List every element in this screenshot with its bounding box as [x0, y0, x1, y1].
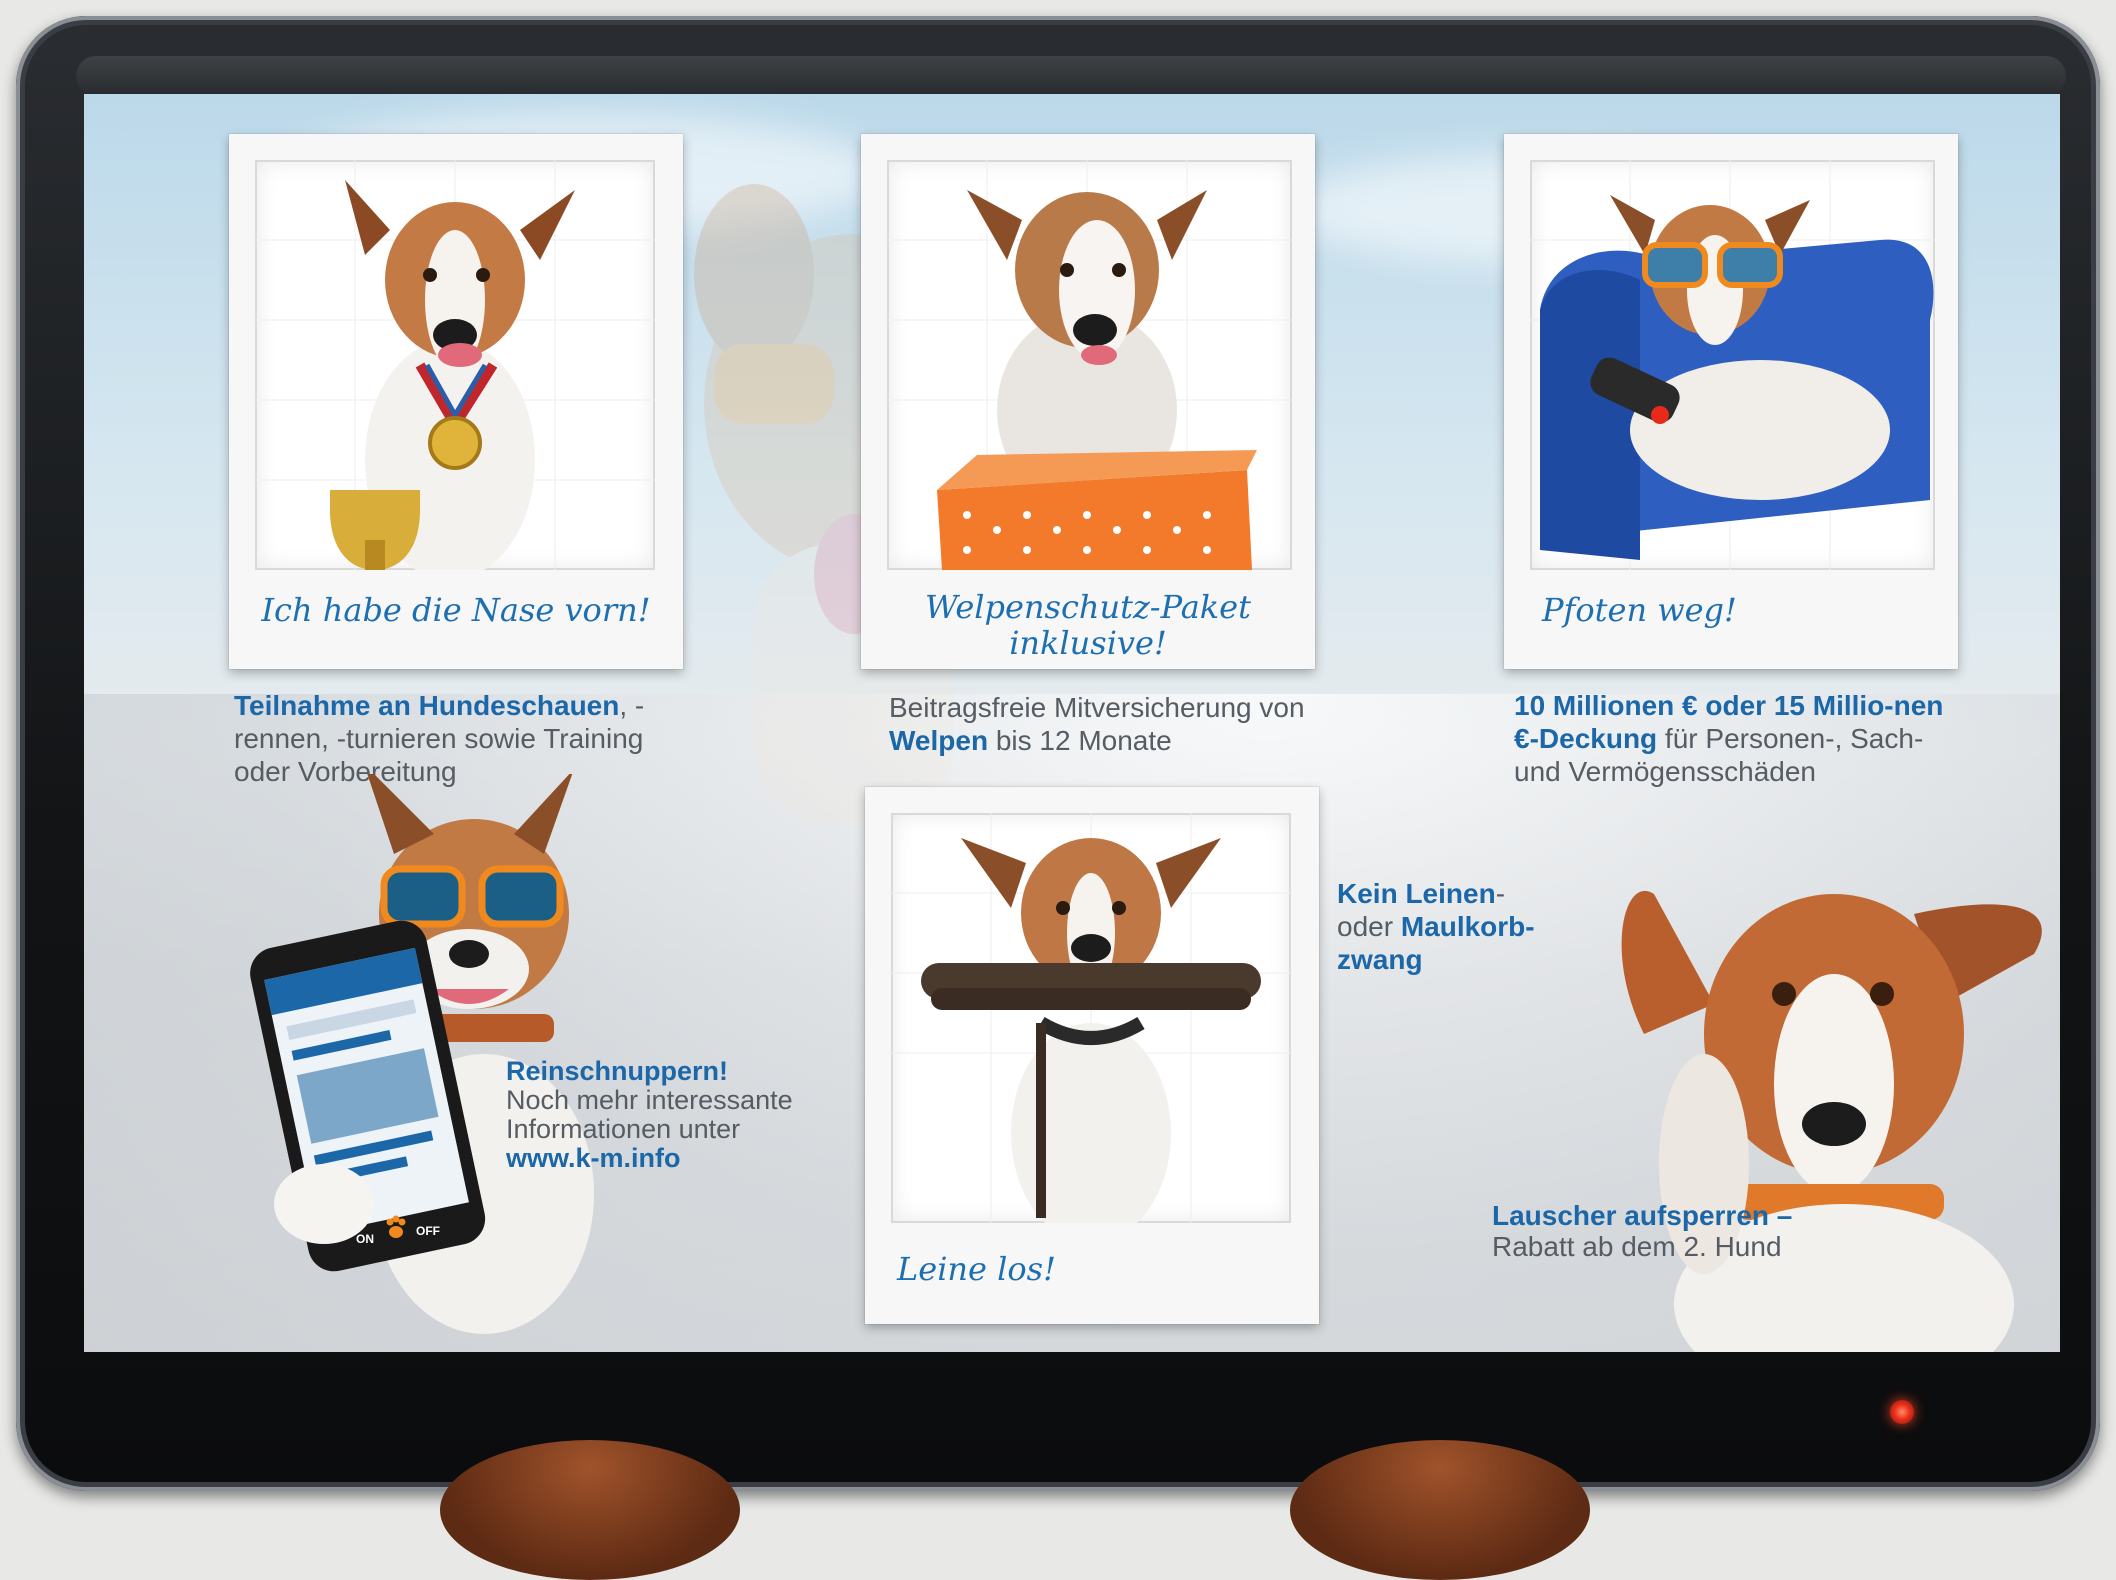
card-caption-line2: inklusive! [1009, 624, 1167, 662]
paw-icon [386, 1215, 406, 1238]
frame-sheen [76, 56, 2066, 96]
leash-description-rest1: - [1495, 878, 1506, 909]
photo-card-puppy: Welpenschutz-Paket inklusive! [861, 134, 1315, 669]
card-caption-line1: Welpenschutz-Paket [925, 588, 1251, 626]
puppy-description-c: bis 12 Monate [988, 725, 1172, 756]
leash-icon [921, 963, 1261, 1218]
website-teaser-title: Reinschnuppern! [506, 1056, 729, 1086]
photo-dog-leash [891, 813, 1291, 1223]
photo-card-leash: Leine los! [865, 787, 1319, 1324]
photo-card-dog-show: Ich habe die Nase vorn! [229, 134, 683, 669]
remote-icon [1590, 357, 1680, 424]
puppy-description-bold: Welpen [889, 725, 989, 756]
card-caption: Ich habe die Nase vorn! [261, 591, 651, 629]
phone-toggle-off: OFF [416, 1224, 440, 1238]
leash-description-rest2: oder [1337, 911, 1401, 942]
card-caption: Welpenschutz-Paket inklusive! [861, 589, 1315, 661]
screen: Ich habe die Nase vorn! Teilnahme an Hun… [84, 94, 2060, 1352]
photo-dog-box [887, 160, 1292, 570]
dog-listening-illustration [1621, 890, 2042, 1352]
card-caption: Leine los! [897, 1250, 1056, 1288]
ear-right [1290, 1440, 1590, 1580]
power-led-icon [1890, 1400, 1914, 1424]
dog-with-phone-illustration [250, 774, 594, 1334]
photo-dog-armchair [1530, 160, 1935, 570]
ear-left [440, 1440, 740, 1580]
website-url-link[interactable]: www.k-m.info [506, 1144, 846, 1173]
website-teaser-line2: Informationen unter [506, 1114, 741, 1144]
leash-description-bold1: Kein Leinen [1337, 878, 1496, 909]
discount-text: Rabatt ab dem 2. Hund [1492, 1231, 1782, 1262]
show-description-bold: Teilnahme an Hundeschauen [234, 690, 620, 721]
coverage-description: 10 Millionen € oder 15 Millio-nen €-Deck… [1514, 689, 1974, 788]
website-teaser: Reinschnuppern! Noch mehr interessante I… [506, 1057, 846, 1173]
puppy-description: Beitragsfreie Mitversicherung von Welpen… [889, 691, 1349, 757]
photo-card-coverage: Pfoten weg! [1504, 134, 1958, 669]
puppy-description-a: Beitragsfreie [889, 692, 1047, 723]
phone-toggle-on: ON [356, 1232, 374, 1246]
photo-dog-medal [255, 160, 655, 570]
discount-teaser: Lauscher aufsperren – Rabatt ab dem 2. H… [1492, 1200, 1912, 1262]
website-teaser-line1: Noch mehr interessante [506, 1085, 793, 1115]
tablet-frame: Ich habe die Nase vorn! Teilnahme an Hun… [16, 16, 2100, 1491]
puppy-description-b: Mitversicherung von [1046, 692, 1305, 723]
discount-title: Lauscher aufsperren – [1492, 1200, 1793, 1231]
card-caption: Pfoten weg! [1542, 591, 1737, 629]
leash-description-bold2: Maulkorb- [1400, 911, 1535, 942]
trophy-icon [330, 490, 420, 570]
